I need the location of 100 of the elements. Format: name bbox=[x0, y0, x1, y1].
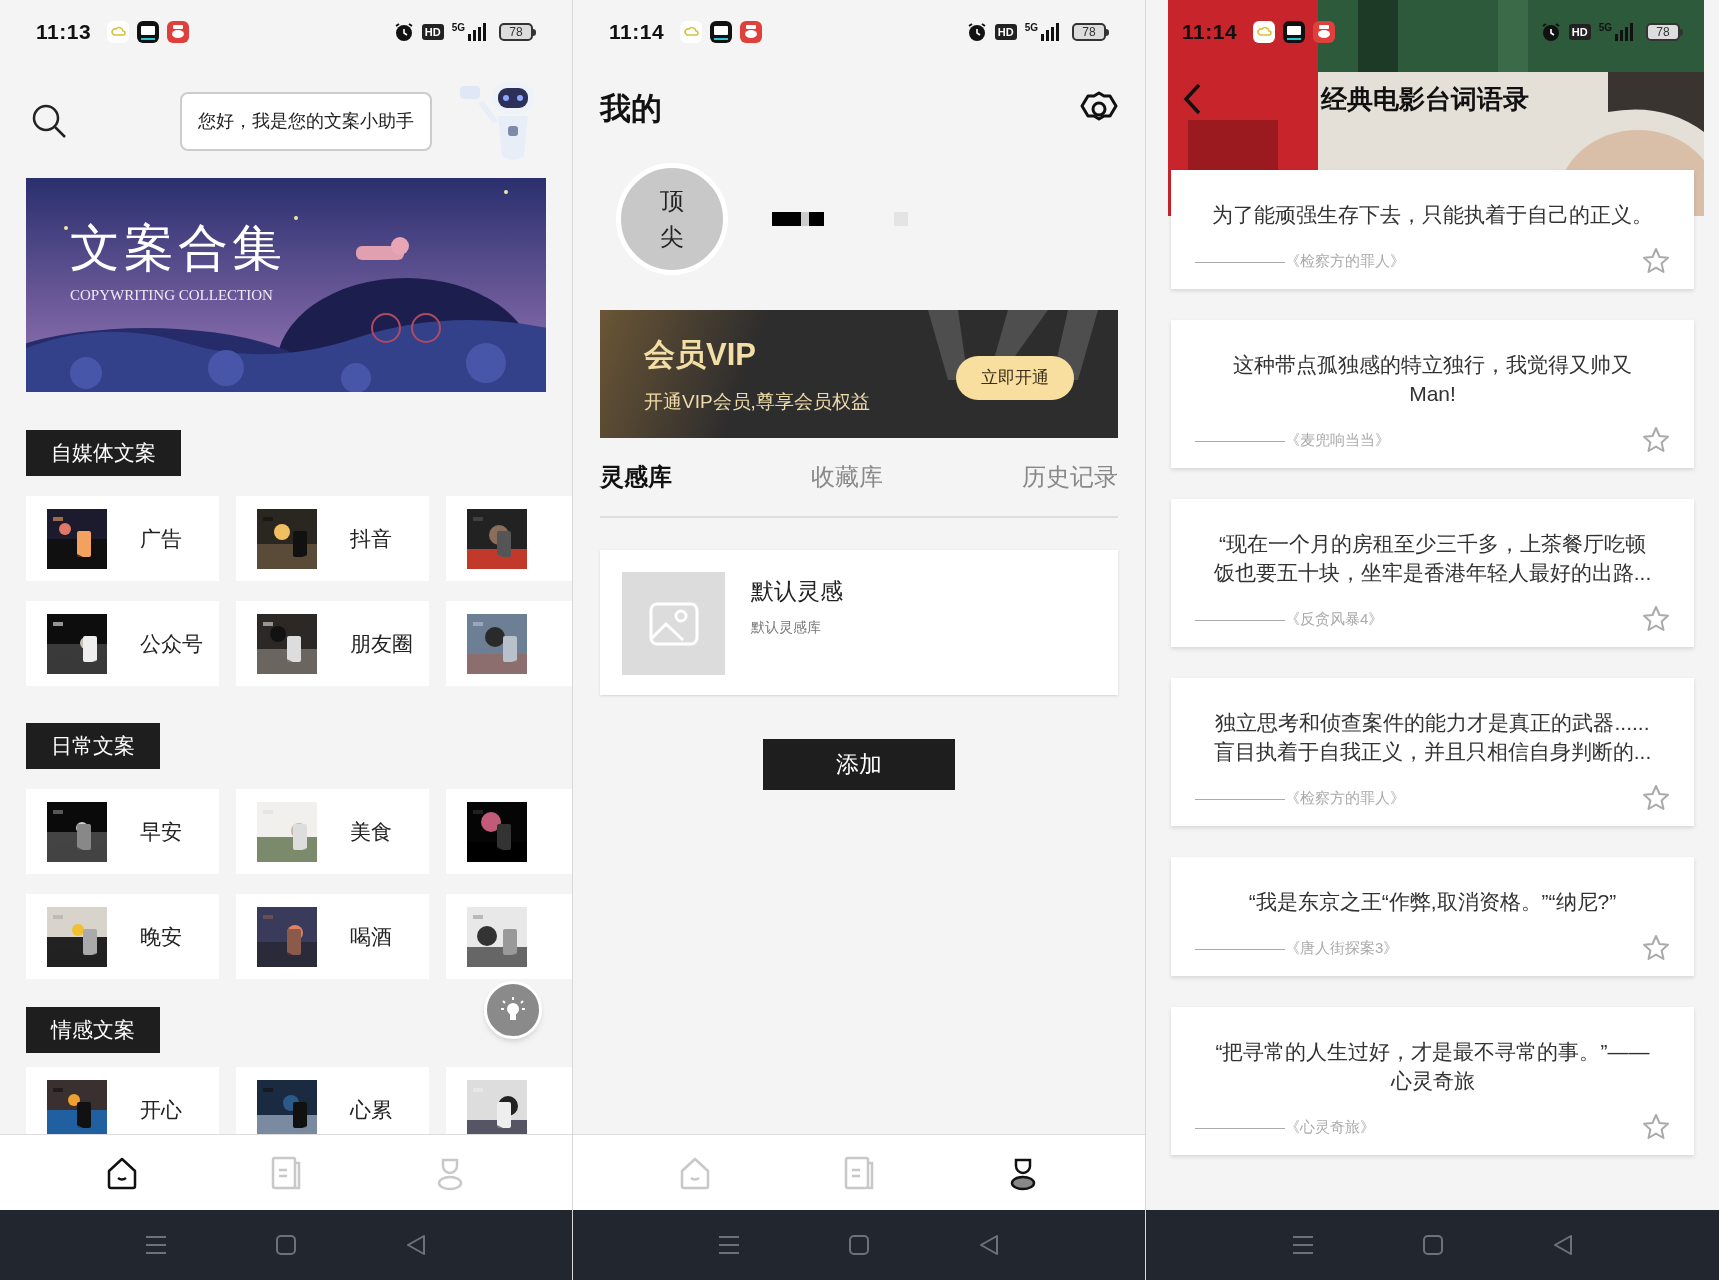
back-icon[interactable] bbox=[1551, 1234, 1574, 1256]
quote-text: “把寻常的人生过好，才是最不寻常的事。”——心灵奇旅 bbox=[1214, 1039, 1651, 1094]
signal-icon bbox=[1614, 23, 1634, 41]
app-icon bbox=[137, 21, 160, 43]
alarm-icon bbox=[1540, 22, 1561, 42]
section-header: 自媒体文案 bbox=[26, 430, 181, 476]
quote-text: 为了能顽强生存下去，只能执着于自己的正义。 bbox=[1211, 202, 1654, 228]
redacted-name bbox=[772, 212, 824, 226]
tile-label: 朋友圈 bbox=[350, 630, 413, 657]
home-button-icon[interactable] bbox=[1421, 1234, 1444, 1256]
quote-text: 这种带点孤独感的特立独行，我觉得又帅又Man! bbox=[1232, 352, 1633, 407]
home-button-icon[interactable] bbox=[275, 1234, 297, 1256]
section-header: 情感文案 bbox=[26, 1007, 160, 1053]
menu-icon[interactable] bbox=[145, 1235, 167, 1255]
quote-text: “我是东京之王“作弊,取消资格。”“纳尼?” bbox=[1247, 889, 1618, 915]
speech-bubble: 您好，我是您的文案小助手 bbox=[180, 91, 432, 151]
menu-icon[interactable] bbox=[1291, 1235, 1314, 1255]
star-icon[interactable] bbox=[1642, 934, 1670, 962]
app-icon bbox=[710, 21, 733, 43]
quote-source: ——————《麦兜响当当》 bbox=[1195, 429, 1390, 450]
avatar-text: 尖 bbox=[660, 225, 684, 249]
status-time: 11:13 bbox=[36, 19, 92, 46]
tile-label: 广告 bbox=[140, 525, 182, 552]
idea-button[interactable] bbox=[484, 981, 542, 1039]
tab[interactable]: 灵感库 bbox=[600, 459, 672, 495]
category-tile[interactable]: 心累 bbox=[236, 1067, 429, 1134]
vip-card[interactable]: 会员VIP 开通VIP会员,尊享会员权益 立即开通 bbox=[600, 310, 1118, 438]
quote-text: 独立思考和侦查案件的能力才是真正的武器......盲目执着于自我正义，并且只相信自身判断的... bbox=[1212, 710, 1653, 765]
quote-source: ——————《反贪风暴4》 bbox=[1195, 608, 1384, 629]
category-tile[interactable]: 朋友圈 bbox=[236, 601, 429, 686]
hd-badge: HD bbox=[1568, 24, 1591, 40]
network-label: 5G bbox=[451, 23, 465, 33]
quote-source: ——————《心灵奇旅》 bbox=[1195, 1116, 1375, 1137]
quote-source: ——————《唐人街探案3》 bbox=[1195, 937, 1399, 958]
back-icon[interactable] bbox=[1182, 82, 1202, 116]
signal-icon bbox=[467, 23, 487, 41]
collection-title: 默认灵感 bbox=[751, 577, 843, 606]
page-title: 我的 bbox=[600, 89, 662, 128]
activate-button[interactable]: 立即开通 bbox=[956, 356, 1074, 400]
category-tile[interactable]: 喝酒 bbox=[236, 894, 429, 979]
avatar-text: 顶 bbox=[660, 189, 684, 213]
category-tile[interactable]: 公众号 bbox=[26, 601, 219, 686]
image-icon bbox=[648, 601, 699, 646]
hd-badge: HD bbox=[994, 24, 1017, 40]
section-header: 日常文案 bbox=[26, 723, 160, 769]
category-tile[interactable]: 晚安 bbox=[26, 894, 219, 979]
status-time: 11:14 bbox=[609, 19, 665, 46]
app-icon bbox=[167, 21, 190, 43]
star-icon[interactable] bbox=[1642, 426, 1670, 454]
quote-source: ——————《检察方的罪人》 bbox=[1195, 787, 1405, 808]
app-icon bbox=[1253, 21, 1276, 43]
app-icon bbox=[740, 21, 763, 43]
network-label: 5G bbox=[1598, 23, 1612, 33]
avatar[interactable]: 顶 尖 bbox=[616, 163, 728, 275]
tile-label: 喝酒 bbox=[350, 923, 392, 950]
star-icon[interactable] bbox=[1642, 605, 1670, 633]
category-tile[interactable]: 开心 bbox=[26, 1067, 219, 1134]
banner[interactable]: 文案合集 COPYWRITING COLLECTION bbox=[26, 178, 546, 398]
quote-card[interactable]: “我是东京之王“作弊,取消资格。”“纳尼?” ——————《唐人街探案3》 bbox=[1171, 857, 1694, 976]
vip-subtitle: 开通VIP会员,尊享会员权益 bbox=[644, 390, 870, 414]
back-icon[interactable] bbox=[978, 1234, 1000, 1256]
star-icon[interactable] bbox=[1642, 784, 1670, 812]
tile-label: 开心 bbox=[140, 1096, 182, 1123]
tile-label: 抖音 bbox=[350, 525, 392, 552]
quote-source: ——————《检察方的罪人》 bbox=[1195, 250, 1405, 271]
app-icon bbox=[680, 21, 703, 43]
banner-title: 文案合集 bbox=[70, 218, 286, 278]
hd-badge: HD bbox=[421, 24, 444, 40]
category-tile[interactable]: 美食 bbox=[236, 789, 429, 874]
app-icon bbox=[1313, 21, 1336, 43]
back-icon[interactable] bbox=[405, 1234, 427, 1256]
quote-card[interactable]: “把寻常的人生过好，才是最不寻常的事。”——心灵奇旅 ——————《心灵奇旅》 bbox=[1171, 1007, 1694, 1155]
category-tile[interactable]: 早安 bbox=[26, 789, 219, 874]
quote-card[interactable]: 独立思考和侦查案件的能力才是真正的武器......盲目执着于自我正义，并且只相信自身判断的... ——————《检察方的罪人》 bbox=[1171, 678, 1694, 826]
quote-text: “现在一个月的房租至少三千多，上茶餐厅吃顿饭也要五十块，坐牢是香港年轻人最好的出路... bbox=[1212, 531, 1653, 586]
tile-label: 公众号 bbox=[140, 630, 203, 657]
star-icon[interactable] bbox=[1642, 247, 1670, 275]
battery-indicator: 78 bbox=[1072, 23, 1109, 41]
tile-label: 早安 bbox=[140, 818, 182, 845]
tile-label: 晚安 bbox=[140, 923, 182, 950]
quote-card[interactable]: 为了能顽强生存下去，只能执着于自己的正义。 ——————《检察方的罪人》 bbox=[1171, 170, 1694, 289]
alarm-icon bbox=[966, 22, 987, 42]
search-icon[interactable] bbox=[30, 102, 68, 140]
category-tile[interactable]: 抖音 bbox=[236, 496, 429, 581]
home-button-icon[interactable] bbox=[848, 1234, 870, 1256]
banner-subtitle: COPYWRITING COLLECTION bbox=[70, 286, 273, 305]
star-icon[interactable] bbox=[1642, 1113, 1670, 1141]
menu-icon[interactable] bbox=[718, 1235, 740, 1255]
collection-subtitle: 默认灵感库 bbox=[751, 617, 822, 637]
category-tile[interactable]: 广告 bbox=[26, 496, 219, 581]
network-label: 5G bbox=[1024, 23, 1038, 33]
quote-card[interactable]: 这种带点孤独感的特立独行，我觉得又帅又Man! ——————《麦兜响当当》 bbox=[1171, 320, 1694, 468]
add-button[interactable]: 添加 bbox=[763, 739, 955, 790]
app-icon bbox=[107, 21, 130, 43]
collection-card[interactable]: 默认灵感 默认灵感库 bbox=[600, 550, 1118, 695]
battery-indicator: 78 bbox=[1646, 23, 1683, 41]
quote-card[interactable]: “现在一个月的房租至少三千多，上茶餐厅吃顿饭也要五十块，坐牢是香港年轻人最好的出路... ——————《反贪风暴4》 bbox=[1171, 499, 1694, 647]
tile-label: 心累 bbox=[350, 1096, 392, 1123]
battery-indicator: 78 bbox=[499, 23, 536, 41]
app-icon bbox=[1283, 21, 1306, 43]
